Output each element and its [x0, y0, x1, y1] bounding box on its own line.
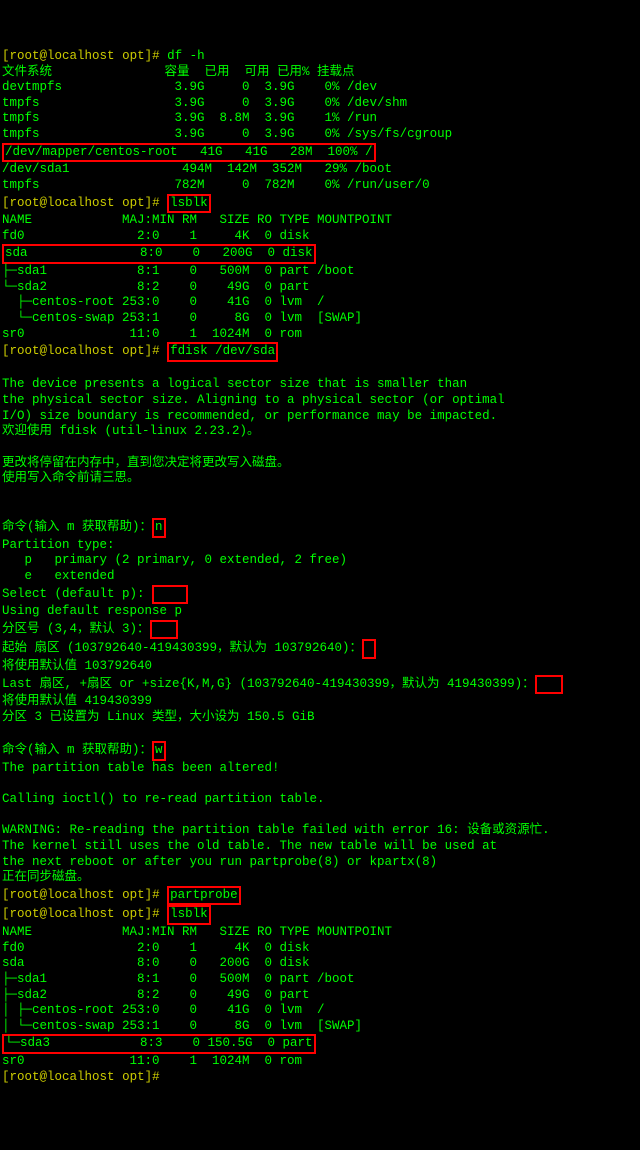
fdisk-intro: I/O) size boundary is recommended, or pe…	[2, 409, 497, 423]
cmd-partprobe-highlight: partprobe	[167, 886, 241, 906]
cmd-df: df -h	[167, 49, 205, 63]
lsblk-row: └─centos-swap 253:1 0 8G 0 lvm [SWAP]	[2, 311, 362, 325]
shell-prompt: [root@localhost opt]#	[2, 196, 167, 210]
fdisk-ptype: Partition type:	[2, 538, 115, 552]
lsblk-row-highlight: sda 8:0 0 200G 0 disk	[2, 244, 316, 264]
lsblk-row: └─sda2 8:2 0 49G 0 part	[2, 280, 310, 294]
lsblk-row: ├─sda1 8:1 0 500M 0 part /boot	[2, 972, 355, 986]
fdisk-created: 分区 3 已设置为 Linux 类型，大小设为 150.5 GiB	[2, 710, 315, 724]
fdisk-intro: The device presents a logical sector siz…	[2, 377, 467, 391]
fdisk-warn: 使用写入命令前请三思。	[2, 471, 140, 485]
fdisk-input-empty[interactable]	[362, 639, 376, 659]
fdisk-rewarn: WARNING: Re-reading the partition table …	[2, 823, 550, 837]
lsblk-row: fd0 2:0 1 4K 0 disk	[2, 941, 310, 955]
lsblk-row-highlight: └─sda3 8:3 0 150.5G 0 part	[2, 1034, 316, 1054]
lsblk-row: │ └─centos-swap 253:1 0 8G 0 lvm [SWAP]	[2, 1019, 362, 1033]
fdisk-defaultp: Using default response p	[2, 604, 182, 618]
fdisk-cmd-prompt: 命令(输入 m 获取帮助)：	[2, 743, 152, 757]
cmd-lsblk-highlight: lsblk	[167, 194, 211, 214]
shell-prompt: [root@localhost opt]#	[2, 49, 167, 63]
fdisk-intro: the physical sector size. Aligning to a …	[2, 393, 505, 407]
lsblk-row: ├─centos-root 253:0 0 41G 0 lvm /	[2, 295, 325, 309]
fdisk-input-empty[interactable]	[150, 620, 179, 640]
fdisk-input-n[interactable]: n	[152, 518, 166, 538]
fdisk-altered: The partition table has been altered!	[2, 761, 280, 775]
fdisk-warn: 更改将停留在内存中，直到您决定将更改写入磁盘。	[2, 456, 290, 470]
lsblk-row: sr0 11:0 1 1024M 0 rom	[2, 327, 302, 341]
lsblk-header: NAME MAJ:MIN RM SIZE RO TYPE MOUNTPOINT	[2, 213, 392, 227]
shell-prompt: [root@localhost opt]#	[2, 888, 167, 902]
df-row-highlight: /dev/mapper/centos-root 41G 41G 28M 100%…	[2, 143, 376, 163]
df-header: 文件系统 容量 已用 可用 已用% 挂载点	[2, 65, 355, 79]
shell-prompt: [root@localhost opt]#	[2, 907, 167, 921]
df-row: tmpfs 3.9G 8.8M 3.9G 1% /run	[2, 111, 377, 125]
fdisk-rewarn: The kernel still uses the old table. The…	[2, 839, 497, 853]
fdisk-ptype-p: p primary (2 primary, 0 extended, 2 free…	[2, 553, 347, 567]
fdisk-partnum: 分区号 (3,4，默认 3)：	[2, 622, 150, 636]
fdisk-select: Select (default p):	[2, 587, 152, 601]
lsblk-header: NAME MAJ:MIN RM SIZE RO TYPE MOUNTPOINT	[2, 925, 392, 939]
fdisk-last: Last 扇区, +扇区 or +size{K,M,G} (103792640-…	[2, 677, 535, 691]
cmd-lsblk-highlight: lsblk	[167, 905, 211, 925]
shell-prompt: [root@localhost opt]#	[2, 1070, 167, 1084]
fdisk-intro: 欢迎使用 fdisk (util-linux 2.23.2)。	[2, 424, 260, 438]
lsblk-row: │ ├─centos-root 253:0 0 41G 0 lvm /	[2, 1003, 325, 1017]
cmd-fdisk-highlight: fdisk /dev/sda	[167, 342, 278, 362]
df-row: tmpfs 3.9G 0 3.9G 0% /sys/fs/cgroup	[2, 127, 452, 141]
df-row: tmpfs 782M 0 782M 0% /run/user/0	[2, 178, 430, 192]
fdisk-input-empty[interactable]	[152, 585, 188, 605]
df-row: /dev/sda1 494M 142M 352M 29% /boot	[2, 162, 392, 176]
lsblk-row: fd0 2:0 1 4K 0 disk	[2, 229, 310, 243]
fdisk-input-w[interactable]: w	[152, 741, 166, 761]
fdisk-ptype-e: e extended	[2, 569, 115, 583]
df-row: devtmpfs 3.9G 0 3.9G 0% /dev	[2, 80, 377, 94]
lsblk-row: sda 8:0 0 200G 0 disk	[2, 956, 310, 970]
fdisk-cmd-prompt: 命令(输入 m 获取帮助)：	[2, 520, 152, 534]
lsblk-row: sr0 11:0 1 1024M 0 rom	[2, 1054, 302, 1068]
lsblk-row: ├─sda2 8:2 0 49G 0 part	[2, 988, 310, 1002]
fdisk-usedef1: 将使用默认值 103792640	[2, 659, 152, 673]
lsblk-row: ├─sda1 8:1 0 500M 0 part /boot	[2, 264, 355, 278]
shell-prompt: [root@localhost opt]#	[2, 344, 167, 358]
fdisk-usedef2: 将使用默认值 419430399	[2, 694, 152, 708]
fdisk-input-empty[interactable]	[535, 675, 564, 695]
fdisk-ioctl: Calling ioctl() to re-read partition tab…	[2, 792, 325, 806]
df-row: tmpfs 3.9G 0 3.9G 0% /dev/shm	[2, 96, 407, 110]
terminal-output: [root@localhost opt]# df -h 文件系统 容量 已用 可…	[2, 49, 563, 1084]
fdisk-sync: 正在同步磁盘。	[2, 870, 90, 884]
fdisk-rewarn: the next reboot or after you run partpro…	[2, 855, 437, 869]
fdisk-first: 起始 扇区 (103792640-419430399，默认为 103792640…	[2, 641, 362, 655]
